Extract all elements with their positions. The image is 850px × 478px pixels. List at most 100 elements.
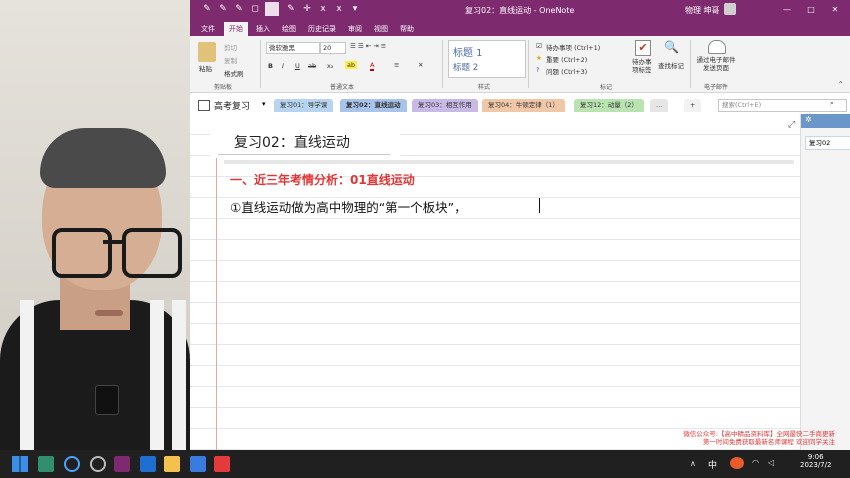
superscript-icon[interactable]: x <box>334 4 344 14</box>
tab-history[interactable]: 历史记录 <box>303 22 341 36</box>
close-button[interactable]: ✕ <box>823 3 847 17</box>
email-page-button[interactable]: 通过电子邮件发送页面 <box>696 56 736 72</box>
eraser-icon[interactable]: ◻ <box>250 4 260 14</box>
styles-gallery: 标题 1 标题 2 <box>448 40 526 78</box>
font-color-icon[interactable]: A <box>370 61 375 71</box>
page-list-item[interactable]: 复习02 <box>805 136 850 150</box>
notebook-bar: 高考复习 ▾ 复习01：导学课 复习02：直线运动 复习03：相互作用 复习04… <box>190 96 850 115</box>
clock[interactable]: 9:06 2023/7/2 <box>800 453 831 469</box>
format-painter-button[interactable]: 格式刷 <box>224 68 244 78</box>
pdf-icon[interactable] <box>214 456 230 472</box>
tags-group-label: 标记 <box>600 84 613 91</box>
highlight-icon[interactable]: ab <box>345 61 358 69</box>
tag-important[interactable]: 重要 (Ctrl+2) <box>546 54 587 64</box>
margin-line <box>216 114 217 450</box>
section-overflow[interactable]: ... <box>650 99 669 112</box>
divider <box>690 40 691 88</box>
app-tray-icon[interactable] <box>730 457 744 469</box>
subscript-icon[interactable]: x <box>318 4 328 14</box>
more-icon[interactable]: ▾ <box>350 4 360 14</box>
chevron-down-icon[interactable]: ▾ <box>262 100 266 108</box>
section-tab[interactable]: 复习12：动量（2） <box>574 99 644 112</box>
bold-button[interactable]: B <box>268 62 273 70</box>
pen-icon[interactable]: ✎ <box>286 4 296 14</box>
chevron-up-icon[interactable]: ∧ <box>690 459 696 468</box>
page-title[interactable]: 复习02：直线运动 <box>234 132 350 152</box>
section-tab[interactable]: 复习04：牛顿定律（1） <box>482 99 565 112</box>
app-icon[interactable] <box>190 456 206 472</box>
notebook-icon[interactable] <box>198 100 210 111</box>
tab-file[interactable]: 文件 <box>196 22 220 36</box>
subscript-button[interactable]: x₂ <box>327 62 333 70</box>
star-icon[interactable]: ★ <box>536 54 542 62</box>
pen-icon[interactable]: ✎ <box>234 4 244 14</box>
user-name[interactable]: 物理 坤哥 <box>685 5 720 16</box>
clear-format-icon[interactable]: ✕ <box>418 61 423 69</box>
tab-view[interactable]: 视图 <box>369 22 393 36</box>
pen-icon[interactable]: ✎ <box>218 4 228 14</box>
maximize-button[interactable]: □ <box>799 3 823 17</box>
paste-button[interactable]: 粘贴 <box>199 63 212 73</box>
watermark-line1: 微信公众号:【高中精品资料库】全网最快二手商更新 <box>683 430 835 438</box>
minimize-button[interactable]: — <box>775 3 799 17</box>
tab-insert[interactable]: 插入 <box>251 22 275 36</box>
strikethrough-button[interactable]: ab <box>308 62 316 70</box>
todo-tag-icon[interactable]: ✔ <box>635 40 651 56</box>
style-heading2[interactable]: 标题 2 <box>453 61 478 73</box>
windows-start-icon[interactable] <box>12 456 28 472</box>
folder-icon[interactable] <box>164 456 180 472</box>
shirt-stripe <box>20 300 34 450</box>
section-tab[interactable]: 复习01：导学课 <box>274 99 334 112</box>
note-text-line[interactable]: ①直线运动做为高中物理的“第一个板块”， <box>230 197 467 216</box>
tab-help[interactable]: 帮助 <box>395 22 419 36</box>
app-icon[interactable] <box>38 456 54 472</box>
section-heading[interactable]: 一、近三年考情分析：01直线运动 <box>230 171 415 188</box>
find-tags-icon[interactable]: 🔍 <box>664 40 679 54</box>
tab-draw[interactable]: 绘图 <box>277 22 301 36</box>
font-family-select[interactable]: 微软雅黑 <box>266 42 320 54</box>
paste-icon[interactable] <box>198 42 216 62</box>
color-swatch[interactable] <box>265 2 279 16</box>
onenote-icon[interactable] <box>114 456 130 472</box>
styles-group-label: 样式 <box>478 84 491 91</box>
app-icon[interactable] <box>140 456 156 472</box>
settings-icon[interactable]: ✲ <box>805 115 812 124</box>
underline-button[interactable]: U <box>295 62 300 70</box>
search-taskbar-icon[interactable] <box>64 456 80 472</box>
move-icon[interactable]: ✛ <box>302 4 312 14</box>
search-icon[interactable]: ⌕ <box>830 99 834 108</box>
list-icon[interactable]: ☰ ☰ ⇤ ⇥ ≡ <box>350 42 386 50</box>
email-icon[interactable] <box>708 40 726 54</box>
style-heading1[interactable]: 标题 1 <box>453 44 483 59</box>
italic-button[interactable]: I <box>282 62 284 70</box>
expand-icon[interactable]: ⤢ <box>788 120 795 130</box>
collapse-ribbon-icon[interactable]: ⌃ <box>838 80 843 88</box>
ime-indicator[interactable]: 中 <box>708 458 717 471</box>
app-icon[interactable] <box>90 456 106 472</box>
tag-question[interactable]: 问题 (Ctrl+3) <box>546 66 587 76</box>
volume-icon[interactable]: ◁ <box>768 458 774 467</box>
avatar[interactable] <box>724 3 736 15</box>
question-icon[interactable]: ? <box>536 66 539 74</box>
find-tags-button[interactable]: 查找标记 <box>658 60 684 70</box>
todo-tag-button[interactable]: 待办事项标签 <box>632 58 654 74</box>
text-cursor <box>539 198 540 213</box>
pen-icon[interactable]: ✎ <box>202 4 212 14</box>
copy-button[interactable]: 复制 <box>224 55 237 65</box>
wifi-icon[interactable]: ◠ <box>752 458 759 467</box>
font-size-select[interactable]: 20 <box>320 42 346 54</box>
notebook-name[interactable]: 高考复习 <box>214 99 250 112</box>
section-tab-active[interactable]: 复习02：直线运动 <box>340 99 407 112</box>
tab-review[interactable]: 审阅 <box>343 22 367 36</box>
section-tab[interactable]: 复习03：相互作用 <box>412 99 478 112</box>
search-input[interactable]: 搜索(Ctrl+E) <box>718 99 847 112</box>
align-icon[interactable]: ≡ <box>394 61 399 69</box>
page-canvas[interactable]: 复习02：直线运动 ⤢ 一、近三年考情分析：01直线运动 ①直线运动做为高中物理… <box>190 114 800 450</box>
checkbox-icon[interactable]: ☑ <box>536 42 542 50</box>
add-section-button[interactable]: + <box>684 99 702 112</box>
cut-button[interactable]: 剪切 <box>224 42 237 52</box>
tag-todo[interactable]: 待办事项 (Ctrl+1) <box>546 42 600 52</box>
tab-home[interactable]: 开始 <box>224 22 248 36</box>
watermark-line2: 第一时间免费获取最新名师课程 欢迎同学关注 <box>702 438 835 446</box>
shirt-stripe <box>150 300 164 450</box>
